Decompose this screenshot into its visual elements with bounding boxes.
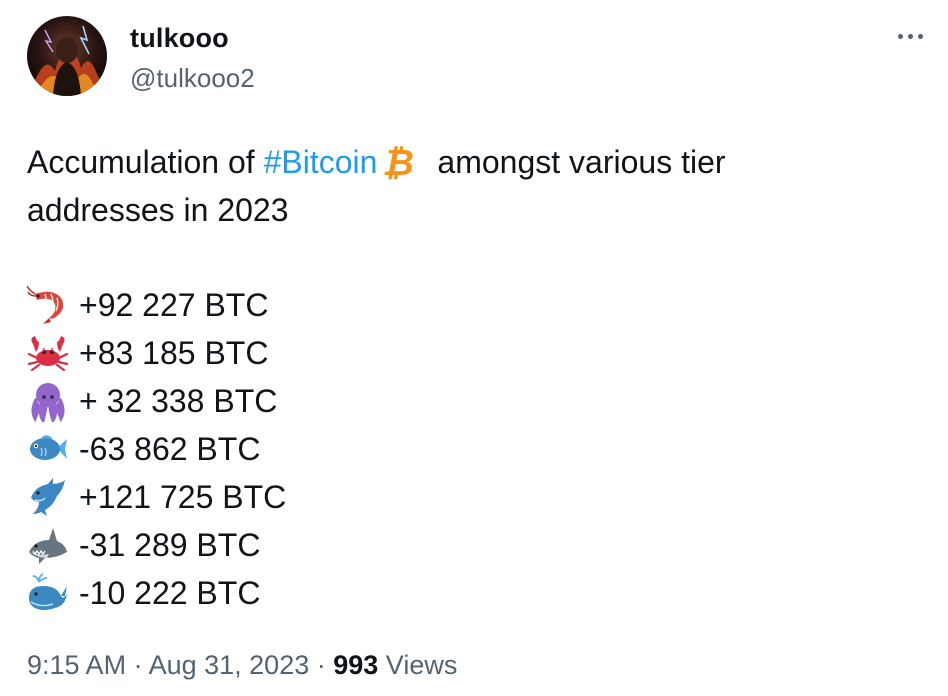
shrimp-icon <box>27 284 69 326</box>
hashtag-link[interactable]: #Bitcoin <box>264 138 378 186</box>
tweet-time-link[interactable]: 9:15 AM <box>27 650 126 680</box>
shark-icon <box>27 524 69 566</box>
crab-icon <box>27 332 69 374</box>
list-item: +121 725 BTC <box>27 473 286 521</box>
tier-value: -31 289 BTC <box>79 526 261 563</box>
list-item: -63 862 BTC <box>27 425 286 473</box>
tweet: tulkooo @tulkooo2 Accumulation of #Bitco… <box>0 0 948 696</box>
author-display-name[interactable]: tulkooo <box>130 23 229 54</box>
list-item: + 32 338 BTC <box>27 377 286 425</box>
tweet-text-line-1: Accumulation of #Bitcoin ₿ amongst vario… <box>27 138 907 186</box>
avatar[interactable] <box>27 16 107 96</box>
more-dot-icon <box>897 33 903 39</box>
tweet-text-line-2: addresses in 2023 <box>27 192 289 228</box>
views-label: Views <box>378 650 458 680</box>
octopus-icon <box>27 380 69 422</box>
tier-value: +121 725 BTC <box>79 478 287 515</box>
tier-value: +92 227 BTC <box>79 286 269 323</box>
whale-icon <box>27 572 69 614</box>
tweet-date-link[interactable]: Aug 31, 2023 <box>149 650 310 680</box>
tweet-body: Accumulation of #Bitcoin ₿ amongst vario… <box>27 138 907 234</box>
more-dot-icon <box>907 33 913 39</box>
tweet-text-intro: Accumulation of <box>27 144 264 180</box>
tier-value: +83 185 BTC <box>79 334 269 371</box>
tweet-text-rest: amongst various tier <box>437 144 726 180</box>
bitcoin-icon: ₿ <box>381 142 415 184</box>
more-dot-icon <box>917 33 923 39</box>
list-item: -10 222 BTC <box>27 569 286 617</box>
tier-stats-list: +92 227 BTC +83 185 BTC + 32 338 BTC -63… <box>27 281 286 617</box>
author-handle[interactable]: @tulkooo2 <box>130 63 255 94</box>
meta-separator: · <box>309 650 334 680</box>
fish-icon <box>27 428 69 470</box>
dolphin-icon <box>27 476 69 518</box>
views-count: 993 <box>333 650 379 680</box>
tweet-meta: 9:15 AM · Aug 31, 2023 · 993 Views <box>27 650 457 681</box>
list-item: +92 227 BTC <box>27 281 286 329</box>
tier-value: -63 862 BTC <box>79 430 261 467</box>
tier-value: + 32 338 BTC <box>79 382 278 419</box>
svg-text:₿: ₿ <box>383 143 415 182</box>
more-options-button[interactable] <box>888 22 932 50</box>
list-item: +83 185 BTC <box>27 329 286 377</box>
list-item: -31 289 BTC <box>27 521 286 569</box>
tier-value: -10 222 BTC <box>79 574 261 611</box>
avatar-image <box>27 16 107 96</box>
meta-separator: · <box>126 650 149 680</box>
